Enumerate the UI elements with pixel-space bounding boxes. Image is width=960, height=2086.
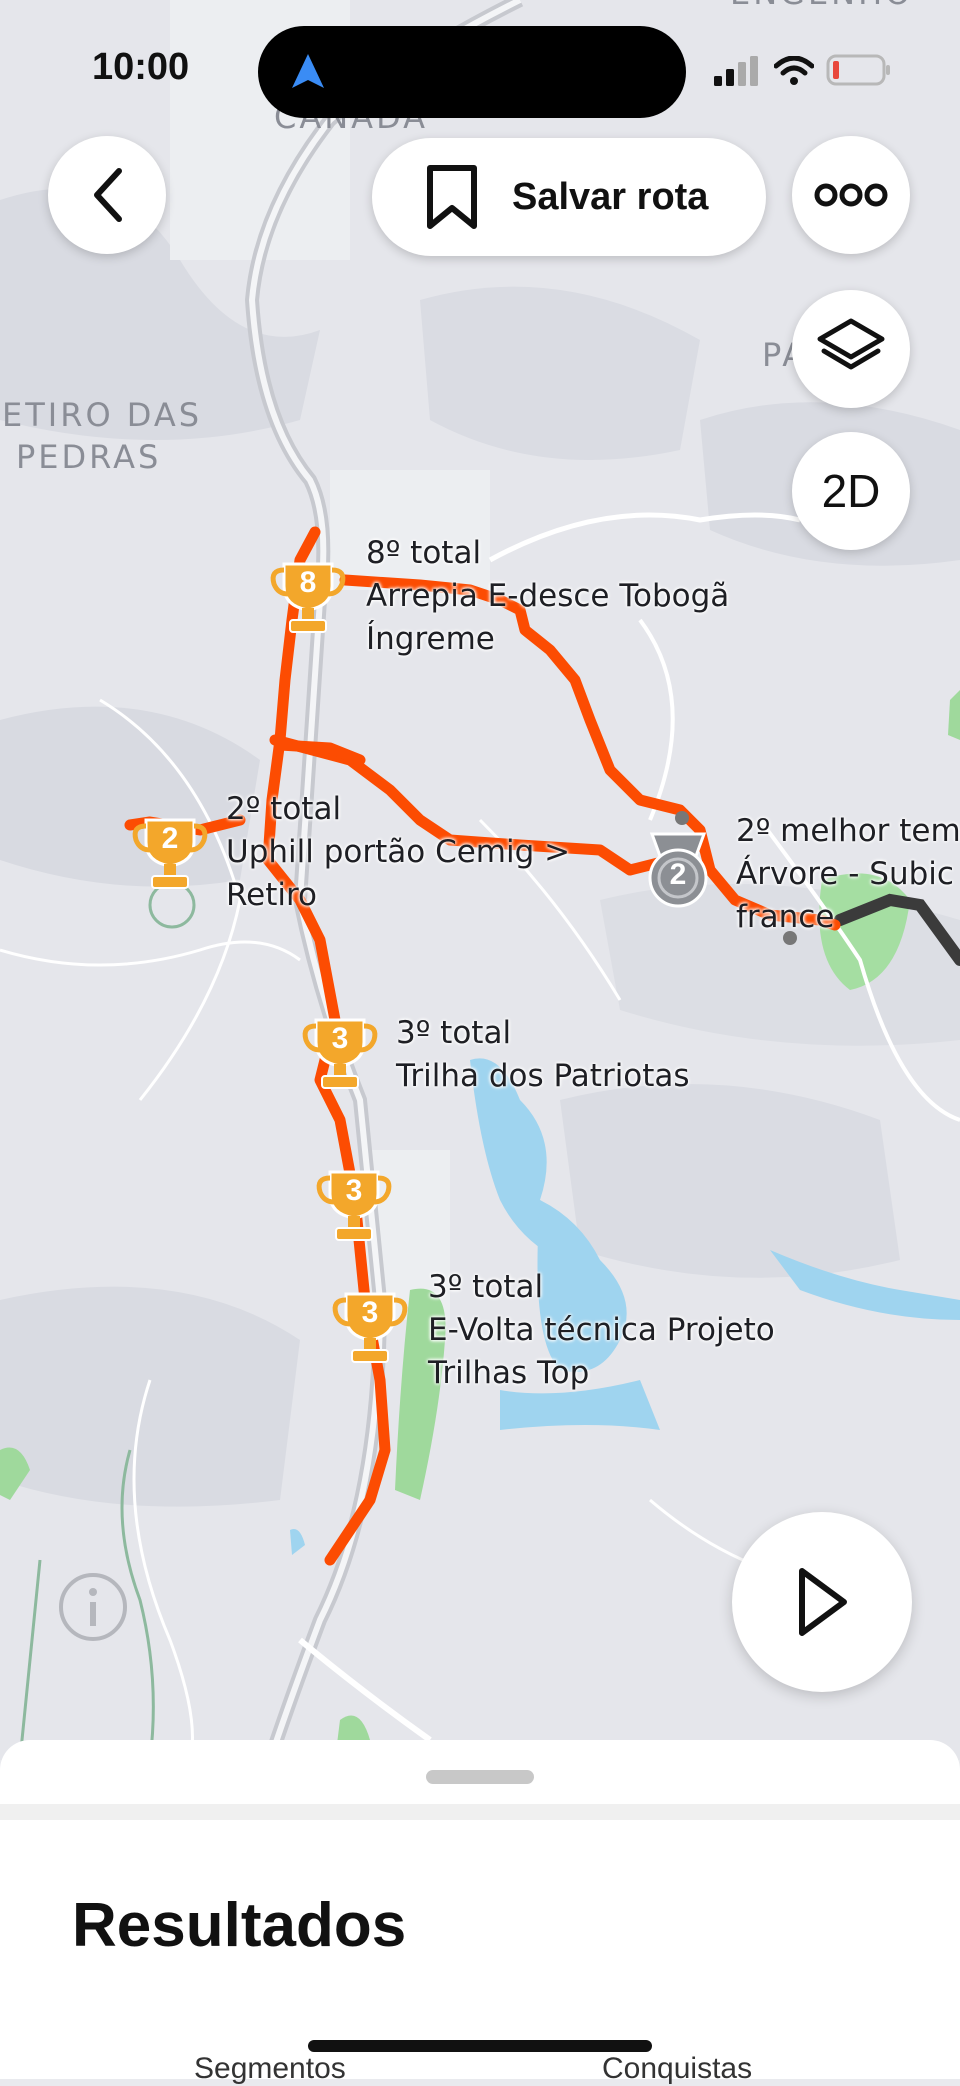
rank-number: 3 bbox=[361, 1296, 379, 1329]
bookmark-icon bbox=[427, 165, 477, 229]
segment-label[interactable]: 3º total E-Volta técnica Projeto Trilhas… bbox=[428, 1266, 775, 1395]
sheet-handle[interactable] bbox=[426, 1770, 534, 1784]
save-route-button[interactable]: Salvar rota bbox=[372, 138, 766, 256]
tab-conquistas[interactable]: Conquistas bbox=[602, 2052, 752, 2086]
trophy-icon[interactable]: 3 bbox=[300, 1012, 380, 1096]
view-mode-button[interactable]: 2D bbox=[792, 432, 910, 550]
map-view[interactable]: CANADA ETIRO DAS PEDRAS PAGAL ENGENHO 8 … bbox=[0, 0, 960, 1760]
rank-number: 2 bbox=[669, 858, 687, 891]
signal-icon bbox=[714, 56, 758, 86]
layers-button[interactable] bbox=[792, 290, 910, 408]
save-route-label: Salvar rota bbox=[512, 175, 709, 218]
navigation-arrow-icon bbox=[292, 54, 324, 88]
divider bbox=[0, 1804, 960, 1820]
more-options-button[interactable] bbox=[792, 136, 910, 254]
chevron-left-icon bbox=[94, 168, 122, 222]
results-sheet[interactable]: Resultados Segmentos Conquistas bbox=[0, 1740, 960, 2085]
segment-label[interactable]: 2º total Uphill portão Cemig > Retiro bbox=[226, 788, 570, 917]
segment-label[interactable]: 8º total Arrepia E-desce Tobogã Íngreme bbox=[366, 532, 729, 661]
rank-number: 3 bbox=[345, 1174, 363, 1207]
back-button[interactable] bbox=[48, 136, 166, 254]
rank-number: 3 bbox=[331, 1022, 349, 1055]
home-indicator bbox=[308, 2040, 652, 2052]
results-title: Resultados bbox=[72, 1891, 407, 1960]
play-icon bbox=[799, 1568, 847, 1636]
layers-icon bbox=[817, 318, 885, 370]
status-time: 10:00 bbox=[92, 46, 190, 88]
place-label: ETIRO DAS bbox=[2, 396, 203, 434]
rank-number: 2 bbox=[161, 822, 179, 855]
wifi-icon bbox=[774, 56, 814, 85]
battery-icon bbox=[826, 54, 890, 86]
segment-label[interactable]: 2º melhor tem Árvore - Subic france bbox=[736, 810, 960, 939]
trophy-icon[interactable]: 3 bbox=[314, 1164, 394, 1248]
trophy-icon[interactable]: 3 bbox=[330, 1286, 410, 1370]
play-button[interactable] bbox=[732, 1512, 912, 1692]
status-bar: 10:00 bbox=[0, 0, 960, 140]
more-icon bbox=[814, 183, 888, 207]
segment-label[interactable]: 3º total Trilha dos Patriotas bbox=[396, 1012, 690, 1098]
info-icon[interactable] bbox=[58, 1572, 128, 1642]
dynamic-island bbox=[258, 26, 686, 118]
trophy-icon[interactable]: 8 bbox=[268, 556, 348, 640]
medal-icon[interactable]: 2 bbox=[638, 828, 718, 912]
place-label: PEDRAS bbox=[16, 438, 162, 476]
view-mode-label: 2D bbox=[821, 465, 881, 517]
tab-segmentos[interactable]: Segmentos bbox=[194, 2052, 346, 2086]
rank-number: 8 bbox=[299, 566, 317, 599]
trophy-icon[interactable]: 2 bbox=[130, 812, 210, 896]
